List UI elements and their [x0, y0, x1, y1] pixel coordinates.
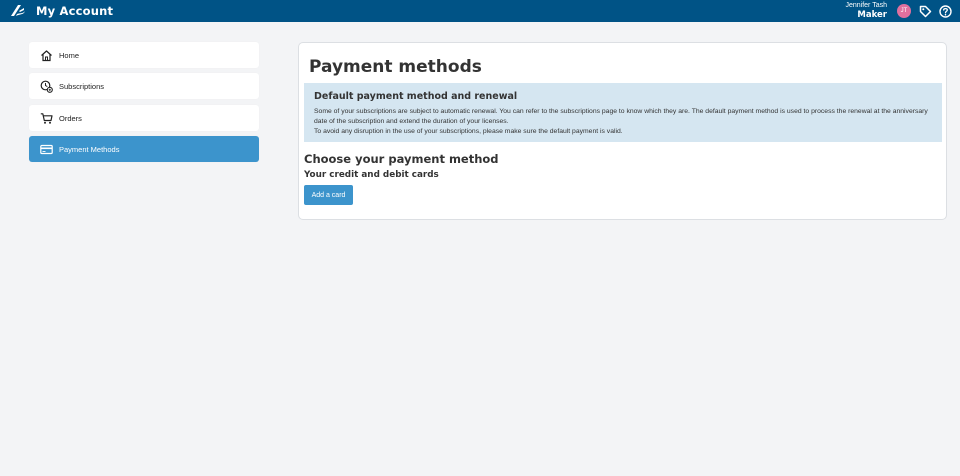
choose-payment-heading: Choose your payment method	[304, 152, 499, 166]
page-title: Payment methods	[309, 57, 482, 77]
cart-icon	[39, 111, 53, 125]
sidebar-item-label: Home	[59, 50, 80, 60]
payment-methods-card: Payment methods Default payment method a…	[298, 42, 947, 220]
sidebar-item-orders[interactable]: Orders	[29, 105, 259, 131]
sidebar-item-subscriptions[interactable]: Subscriptions	[29, 73, 259, 99]
sidebar-item-payment-methods[interactable]: Payment Methods	[29, 136, 259, 162]
add-card-button[interactable]: Add a card	[304, 185, 353, 205]
sidebar-item-label: Subscriptions	[59, 81, 105, 91]
sidebar-item-label: Orders	[59, 113, 82, 123]
user-name: Jennifer Tash	[845, 2, 887, 9]
subscriptions-icon	[39, 79, 53, 93]
info-text: Some of your subscriptions are subject t…	[314, 107, 929, 137]
info-title: Default payment method and renewal	[314, 91, 518, 102]
info-text-line: Some of your subscriptions are subject t…	[314, 108, 928, 125]
sidebar-item-home[interactable]: Home	[29, 42, 259, 68]
sidebar-item-label: Payment Methods	[59, 144, 120, 154]
app-title[interactable]: My Account	[36, 4, 113, 18]
tag-icon[interactable]	[918, 4, 932, 18]
user-role: Maker	[857, 10, 887, 20]
renewal-info-box: Default payment method and renewal Some …	[304, 83, 942, 142]
user-info[interactable]: Jennifer Tash Maker	[845, 2, 887, 20]
avatar[interactable]: JT	[897, 4, 911, 18]
help-icon[interactable]	[938, 4, 952, 18]
credit-card-icon	[39, 142, 53, 156]
top-bar: My Account Jennifer Tash Maker JT	[0, 0, 960, 22]
info-text-line: To avoid any disruption in the use of yo…	[314, 128, 623, 135]
cards-heading: Your credit and debit cards	[304, 170, 439, 180]
3ds-logo-icon[interactable]	[9, 2, 27, 20]
home-icon	[39, 48, 53, 62]
